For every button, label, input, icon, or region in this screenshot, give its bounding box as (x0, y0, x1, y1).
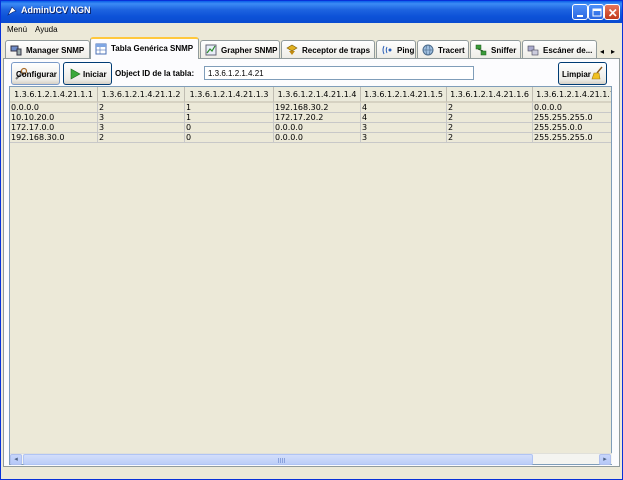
table-cell: 1 (185, 103, 274, 113)
table-cell: 0.0.0.0 (10, 103, 98, 113)
start-button[interactable]: Iniciar (63, 62, 112, 85)
close-button[interactable] (604, 4, 620, 20)
app-window: AdminUCV NGN Menú Ayuda Manager SNMP Tab… (0, 0, 623, 480)
tab-scroll-right-icon[interactable]: ▸ (608, 47, 618, 58)
table-cell: 255.255.255.0 (533, 113, 611, 123)
ping-icon (382, 45, 392, 55)
table-header: 1.3.6.1.2.1.4.21.1.1 1.3.6.1.2.1.4.21.1.… (10, 87, 611, 103)
menu-item-ayuda[interactable]: Ayuda (35, 25, 58, 34)
scroll-left-button[interactable]: ◂ (10, 454, 22, 465)
maximize-icon (592, 8, 602, 17)
tab-bar: Manager SNMP Tabla Genérica SNMP Grapher… (1, 37, 622, 59)
table-cell: 0.0.0.0 (533, 103, 611, 113)
table-cell: 4 (361, 113, 447, 123)
column-header[interactable]: 1.3.6.1.2.1.4.21.1.5 (361, 87, 447, 103)
tab-ping[interactable]: Ping (376, 40, 416, 59)
tab-tracert[interactable]: Tracert (417, 40, 469, 59)
table-cell: 0 (185, 133, 274, 143)
horizontal-scrollbar[interactable]: ◂ ▸ (10, 453, 612, 465)
table-row[interactable]: 172.17.0.0 3 0 0.0.0.0 3 2 255.255.0.0 (10, 123, 611, 133)
table-icon (95, 43, 107, 55)
column-header[interactable]: 1.3.6.1.2.1.4.21.1.4 (274, 87, 361, 103)
table-cell: 10.10.20.0 (10, 113, 98, 123)
table-cell: 3 (361, 123, 447, 133)
table-cell: 4 (361, 103, 447, 113)
scroll-right-button[interactable]: ▸ (599, 454, 611, 465)
tab-tabla-generica-snmp[interactable]: Tabla Genérica SNMP (90, 37, 199, 59)
table-cell: 255.255.255.0 (533, 133, 611, 143)
maximize-button[interactable] (588, 4, 604, 20)
column-header[interactable]: 1.3.6.1.2.1.4.21.1.2 (98, 87, 185, 103)
table-cell: 1 (185, 113, 274, 123)
table-cell: 172.17.20.2 (274, 113, 361, 123)
table-cell: 3 (98, 113, 185, 123)
close-icon (608, 8, 617, 17)
tab-label: Tracert (438, 46, 465, 55)
start-label: Iniciar (83, 70, 107, 79)
table-cell: 172.17.0.0 (10, 123, 98, 133)
table-cell: 192.168.30.2 (274, 103, 361, 113)
tab-label: Tabla Genérica SNMP (111, 44, 194, 53)
configure-label: Configurar (16, 70, 57, 79)
column-header[interactable]: 1.3.6.1.2.1.4.21.1.6 (447, 87, 533, 103)
scroll-right-icon: ▸ (603, 455, 607, 463)
column-header[interactable]: 1.3.6.1.2.1.4.21.1.7 (533, 87, 611, 103)
app-icon (7, 6, 17, 16)
table-row[interactable]: 192.168.30.0 2 0 0.0.0.0 3 2 255.255.255… (10, 133, 611, 143)
scroll-left-icon: ◂ (14, 455, 18, 463)
scrollbar-thumb[interactable] (23, 454, 533, 465)
results-table[interactable]: 1.3.6.1.2.1.4.21.1.1 1.3.6.1.2.1.4.21.1.… (9, 86, 612, 465)
configure-button[interactable]: Configurar (11, 62, 60, 85)
tab-label: Escáner de... (543, 46, 593, 55)
tab-label: Ping (397, 46, 415, 55)
table-cell: 0.0.0.0 (274, 123, 361, 133)
tab-scroll-arrows: ◂ ▸ (597, 47, 619, 58)
tab-grapher-snmp[interactable]: Grapher SNMP (200, 40, 280, 59)
title-bar[interactable]: AdminUCV NGN (1, 1, 622, 23)
scanner-icon (527, 45, 539, 56)
tab-label: Receptor de traps (302, 46, 371, 55)
tab-label: Sniffer (491, 46, 517, 55)
globe-icon (422, 44, 434, 56)
table-cell: 2 (447, 123, 533, 133)
menu-item-menu[interactable]: Menú (7, 25, 27, 34)
table-cell: 255.255.0.0 (533, 123, 611, 133)
table-cell: 0.0.0.0 (274, 133, 361, 143)
oid-input[interactable] (204, 66, 474, 80)
chart-icon (205, 44, 217, 56)
table-cell: 192.168.30.0 (10, 133, 98, 143)
computer-icon (10, 45, 22, 56)
trap-icon (286, 44, 298, 55)
grip-icon (278, 458, 286, 463)
tab-manager-snmp[interactable]: Manager SNMP (5, 40, 90, 59)
oid-label: Object ID de la tabla: (115, 69, 195, 78)
table-cell: 3 (98, 123, 185, 133)
play-icon (70, 68, 81, 80)
table-cell: 0 (185, 123, 274, 133)
network-icon (475, 44, 487, 56)
table-cell: 2 (447, 103, 533, 113)
table-row[interactable]: 0.0.0.0 2 1 192.168.30.2 4 2 0.0.0.0 (10, 103, 611, 113)
column-header[interactable]: 1.3.6.1.2.1.4.21.1.3 (185, 87, 274, 103)
table-row[interactable]: 10.10.20.0 3 1 172.17.20.2 4 2 255.255.2… (10, 113, 611, 123)
minimize-button[interactable] (572, 4, 588, 20)
window-title: AdminUCV NGN (21, 5, 91, 15)
table-cell: 3 (361, 133, 447, 143)
tab-sniffer[interactable]: Sniffer (470, 40, 521, 59)
clear-button[interactable]: Limpiar (558, 62, 607, 85)
broom-icon (591, 66, 603, 80)
column-header[interactable]: 1.3.6.1.2.1.4.21.1.1 (10, 87, 98, 103)
table-cell: 2 (447, 113, 533, 123)
tab-receptor-de-traps[interactable]: Receptor de traps (281, 40, 375, 59)
tab-escaner[interactable]: Escáner de... (522, 40, 597, 59)
menu-bar: Menú Ayuda (1, 23, 622, 37)
minimize-icon (577, 15, 583, 17)
tab-scroll-left-icon[interactable]: ◂ (597, 47, 607, 58)
tab-label: Manager SNMP (26, 46, 85, 55)
table-cell: 2 (447, 133, 533, 143)
tab-label: Grapher SNMP (221, 46, 278, 55)
table-cell: 2 (98, 103, 185, 113)
table-cell: 2 (98, 133, 185, 143)
clear-label: Limpiar (562, 70, 591, 79)
